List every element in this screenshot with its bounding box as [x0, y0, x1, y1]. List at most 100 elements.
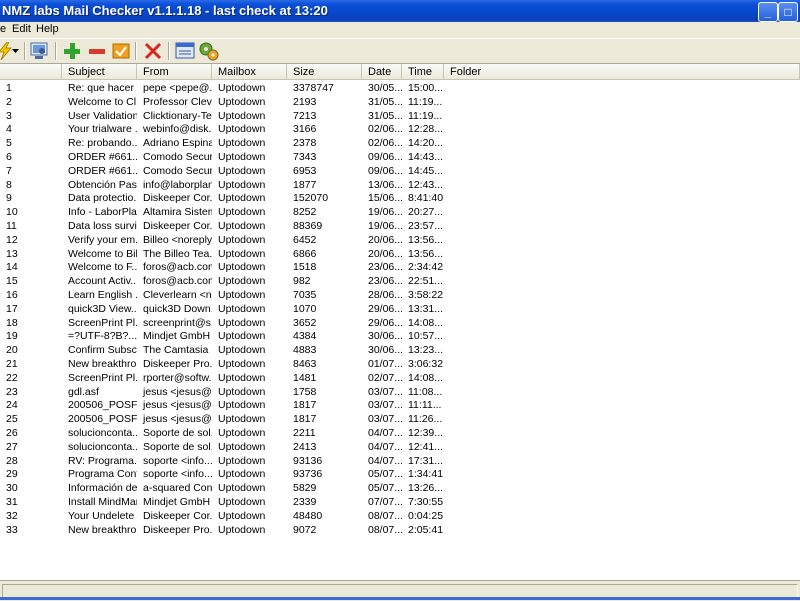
- cell-from: Soporte de sol...: [143, 440, 212, 453]
- check-mail-dropdown[interactable]: [10, 41, 20, 61]
- table-row[interactable]: 33 New breakthro... Diskeeper Pro... Uptodo…: [0, 524, 800, 538]
- table-row[interactable]: 14 Welcome to F... foros@acb.com Uptodown 15…: [0, 261, 800, 275]
- cell-subject: Your trialware ...: [68, 123, 137, 136]
- delete-button[interactable]: [142, 41, 164, 61]
- table-row[interactable]: 1 Re: que hacer ... pepe <pepe@... Uptodown…: [0, 82, 800, 96]
- table-row[interactable]: 12 Verify your em... Billeo <noreply... Upt…: [0, 234, 800, 248]
- add-account-button[interactable]: [61, 41, 83, 61]
- options-button[interactable]: [198, 41, 220, 61]
- cell-date: 01/07...: [368, 358, 402, 370]
- cell-time: 14:43...: [408, 151, 444, 163]
- cell-size: 3652: [293, 316, 317, 329]
- cell-number: 31: [6, 496, 18, 508]
- delete-icon: [144, 42, 162, 60]
- cell-mailbox: Uptodown: [218, 178, 266, 191]
- cell-from: Mindjet GmbH ...: [143, 330, 212, 343]
- table-row[interactable]: 6 ORDER #661... Comodo Secur... Uptodown 734…: [0, 151, 800, 165]
- table-row[interactable]: 19 =?UTF-8?B?... Mindjet GmbH ... Uptodown 4…: [0, 330, 800, 344]
- table-row[interactable]: 22 ScreenPrint Pl... rporter@softw... Uptod…: [0, 372, 800, 386]
- table-row[interactable]: 26 solucionconta... Soporte de sol... Uptod…: [0, 427, 800, 441]
- table-row[interactable]: 23 gdl.asf jesus <jesus@... Uptodown 1758 03/…: [0, 386, 800, 400]
- table-row[interactable]: 29 Programa Cont... soporte <info... Uptodo…: [0, 468, 800, 482]
- cell-size: 1877: [293, 178, 317, 191]
- table-row[interactable]: 4 Your trialware ... webinfo@disk... Uptodo…: [0, 123, 800, 137]
- cell-number: 33: [6, 523, 18, 536]
- menu-edit[interactable]: Edit: [12, 23, 31, 35]
- maximize-button[interactable]: □: [778, 2, 798, 22]
- settings-icon: [199, 42, 219, 61]
- table-row[interactable]: 32 Your Undelete ... Diskeeper Cor... Uptod…: [0, 510, 800, 524]
- view-button[interactable]: [174, 41, 196, 61]
- cell-size: 7035: [293, 289, 317, 301]
- toolbar-separator: [168, 42, 170, 60]
- table-row[interactable]: 15 Account Activ... foros@acb.com Uptodown 9…: [0, 275, 800, 289]
- table-row[interactable]: 16 Learn English ... Cleverlearn <n... Upto…: [0, 289, 800, 303]
- table-row[interactable]: 21 New breakthro... Diskeeper Pro... Uptodo…: [0, 358, 800, 372]
- table-row[interactable]: 25 200506_POSF... jesus <jesus@... Uptodown…: [0, 413, 800, 427]
- table-row[interactable]: 13 Welcome to Bil... The Billeo Tea... Upto…: [0, 248, 800, 262]
- table-row[interactable]: 28 RV: Programa... soporte <info... Uptodow…: [0, 455, 800, 469]
- table-row[interactable]: 5 Re: probando... Adriano Espina... Uptodow…: [0, 137, 800, 151]
- cell-date: 28/06...: [368, 289, 402, 301]
- cell-mailbox: Uptodown: [218, 233, 266, 246]
- menu-file[interactable]: e: [0, 23, 6, 35]
- cell-size: 6953: [293, 164, 317, 177]
- cell-mailbox: Uptodown: [218, 399, 266, 412]
- title-bar[interactable]: NMZ labs Mail Checker v1.1.1.18 - last c…: [0, 0, 800, 22]
- table-row[interactable]: 10 Info - LaborPla... Altamira Sistem... Up…: [0, 206, 800, 220]
- table-row[interactable]: 31 Install MindMan... Mindjet GmbH ... Upto…: [0, 496, 800, 510]
- table-row[interactable]: 18 ScreenPrint Pl... screenprint@s... Uptod…: [0, 317, 800, 331]
- cell-time: 20:27...: [408, 206, 444, 219]
- table-row[interactable]: 11 Data loss survi... Diskeeper Cor... Upto…: [0, 220, 800, 234]
- cell-subject: Welcome to F...: [68, 261, 137, 274]
- column-header-date[interactable]: Date: [362, 64, 402, 80]
- minimize-button[interactable]: _: [758, 2, 778, 22]
- table-row[interactable]: 2 Welcome to Cl... Professor Clev... Uptodo…: [0, 96, 800, 110]
- cell-mailbox: Uptodown: [218, 220, 266, 232]
- table-row[interactable]: 30 Información de... a-squared Con... Uptod…: [0, 482, 800, 496]
- cell-date: 30/06...: [368, 344, 402, 357]
- cell-from: jesus <jesus@...: [143, 385, 212, 398]
- cell-time: 3:58:22: [408, 289, 444, 301]
- table-row[interactable]: 20 Confirm Subscr... The Camtasia ... Uptod…: [0, 344, 800, 358]
- remove-account-button[interactable]: [86, 41, 108, 61]
- cell-from: Comodo Secur...: [143, 164, 212, 177]
- dropdown-arrow-icon: [11, 48, 19, 53]
- column-header-time[interactable]: Time: [402, 64, 444, 80]
- column-header-from[interactable]: From: [137, 64, 212, 80]
- column-header-row: Subject From Mailbox Size Date Time Fold…: [0, 64, 800, 81]
- cell-size: 2193: [293, 95, 317, 108]
- cell-mailbox: Uptodown: [218, 95, 266, 108]
- column-header-subject[interactable]: Subject: [62, 64, 137, 80]
- table-row[interactable]: 7 ORDER #661... Comodo Secur... Uptodown 695…: [0, 165, 800, 179]
- cell-from: foros@acb.com: [143, 275, 212, 288]
- cell-from: Diskeeper Cor...: [143, 220, 212, 232]
- column-header-folder[interactable]: Folder: [444, 64, 800, 80]
- cell-subject: gdl.asf: [68, 385, 99, 398]
- cell-number: 24: [6, 399, 18, 412]
- cell-date: 30/06...: [368, 330, 402, 343]
- table-row[interactable]: 3 User Validation... Clicktionary-Te... Upt…: [0, 110, 800, 124]
- cell-date: 19/06...: [368, 220, 402, 232]
- cell-subject: Re: que hacer ...: [68, 82, 137, 94]
- properties-button[interactable]: [110, 41, 132, 61]
- toolbar-separator: [24, 42, 26, 60]
- mail-list[interactable]: Subject From Mailbox Size Date Time Fold…: [0, 64, 800, 580]
- table-row[interactable]: 27 solucionconta... Soporte de sol... Uptod…: [0, 441, 800, 455]
- cell-subject: Info - LaborPla...: [68, 206, 137, 219]
- table-row[interactable]: 9 Data protectio... Diskeeper Cor... Uptodo…: [0, 192, 800, 206]
- check-icon: [112, 43, 130, 59]
- table-row[interactable]: 17 quick3D View... quick3D Down... Uptodown…: [0, 303, 800, 317]
- cell-number: 17: [6, 302, 18, 315]
- cell-time: 17:31...: [408, 454, 444, 467]
- cell-date: 07/07...: [368, 496, 402, 508]
- column-header-size[interactable]: Size: [287, 64, 362, 80]
- menu-help[interactable]: Help: [36, 23, 59, 35]
- table-row[interactable]: 8 Obtención Pas... info@laborplan... Uptodo…: [0, 179, 800, 193]
- cell-number: 5: [6, 137, 12, 150]
- column-header-number[interactable]: [0, 64, 62, 80]
- accounts-button[interactable]: [29, 41, 51, 61]
- table-row[interactable]: 24 200506_POSF... jesus <jesus@... Uptodown…: [0, 399, 800, 413]
- column-header-mailbox[interactable]: Mailbox: [212, 64, 287, 80]
- cell-size: 2378: [293, 137, 317, 150]
